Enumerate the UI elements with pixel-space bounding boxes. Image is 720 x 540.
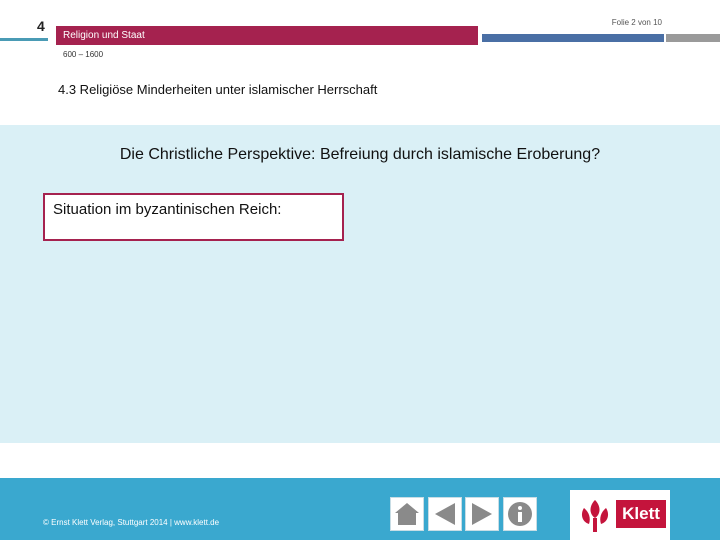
info-button[interactable] bbox=[503, 497, 537, 531]
klett-emblem-icon bbox=[581, 500, 609, 532]
slide-heading: Die Christliche Perspektive: Befreiung d… bbox=[119, 146, 601, 163]
next-arrow-icon bbox=[472, 503, 492, 525]
chapter-number: 4 bbox=[37, 18, 45, 34]
content-area bbox=[0, 125, 720, 443]
slide-counter: Folie 2 von 10 bbox=[611, 18, 662, 27]
header-progress-bar bbox=[482, 34, 664, 42]
klett-logo: Klett bbox=[570, 490, 670, 540]
copyright-text: © Ernst Klett Verlag, Stuttgart 2014 | w… bbox=[43, 518, 220, 527]
home-button[interactable] bbox=[390, 497, 424, 531]
info-icon bbox=[508, 502, 532, 526]
previous-button[interactable] bbox=[428, 497, 462, 531]
situation-box: Situation im byzantinischen Reich: bbox=[43, 193, 344, 241]
header-title: Religion und Staat bbox=[63, 30, 145, 41]
period-label: 600 – 1600 bbox=[63, 50, 104, 59]
section-title: 4.3 Religiöse Minderheiten unter islamis… bbox=[58, 82, 378, 97]
next-button[interactable] bbox=[465, 497, 499, 531]
previous-arrow-icon bbox=[435, 503, 455, 525]
klett-logo-text: Klett bbox=[616, 500, 666, 528]
header-accent-bar bbox=[0, 38, 48, 41]
header-progress-remaining bbox=[666, 34, 720, 42]
home-icon bbox=[395, 503, 419, 525]
situation-label: Situation im byzantinischen Reich: bbox=[53, 201, 282, 218]
